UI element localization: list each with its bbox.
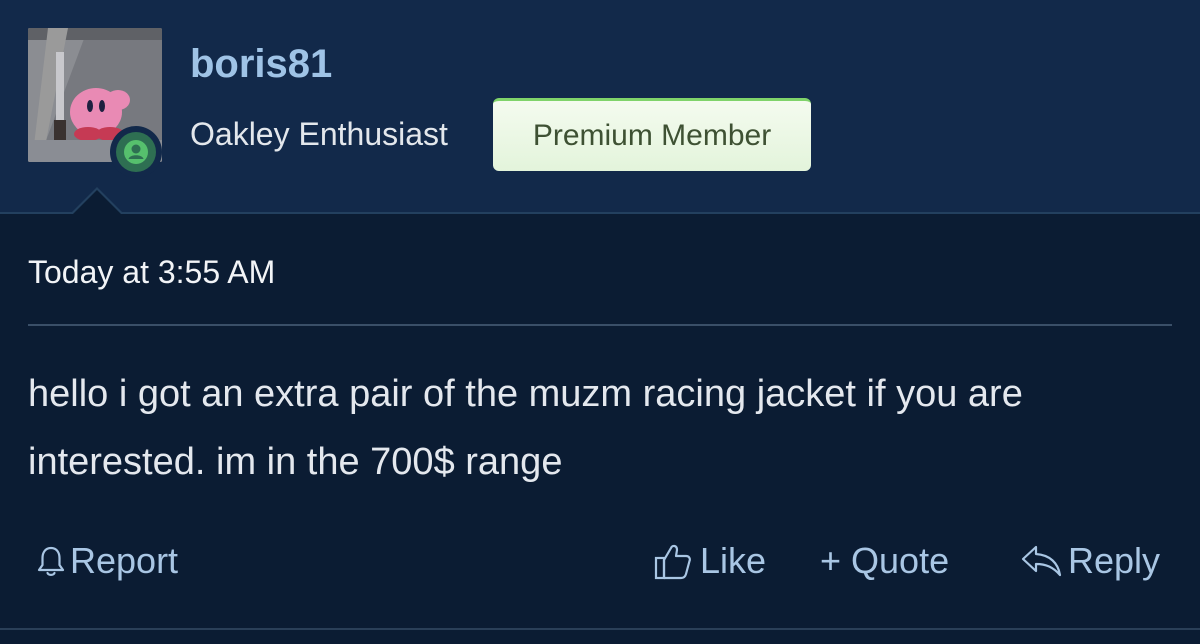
user-title: Oakley Enthusiast (190, 116, 448, 152)
user-online-icon (116, 132, 156, 172)
header-pointer-fill (73, 190, 121, 214)
like-label: Like (700, 540, 767, 581)
divider (28, 324, 1172, 326)
quote-button[interactable]: + Quote (820, 536, 949, 586)
report-button[interactable]: Report (34, 536, 178, 586)
reply-arrow-icon (1020, 541, 1066, 581)
post-page: boris81 Oakley Enthusiast Premium Member… (0, 0, 1200, 644)
username[interactable]: boris81 (190, 40, 332, 88)
thumbs-up-icon (652, 540, 694, 582)
post-header: boris81 Oakley Enthusiast Premium Member (0, 0, 1200, 214)
report-label: Report (70, 540, 179, 581)
post-message: hello i got an extra pair of the muzm ra… (28, 373, 1023, 483)
post-bottom-border (0, 628, 1200, 630)
bell-icon (34, 544, 68, 578)
reply-button[interactable]: Reply (1020, 536, 1160, 586)
online-status (110, 126, 162, 178)
premium-member-badge: Premium Member (493, 98, 811, 171)
like-button[interactable]: Like (652, 536, 766, 586)
avatar-container[interactable] (28, 28, 162, 178)
reply-label: Reply (1068, 540, 1161, 581)
quote-label: + Quote (820, 540, 950, 581)
post-timestamp[interactable]: Today at 3:55 AM (28, 252, 275, 292)
